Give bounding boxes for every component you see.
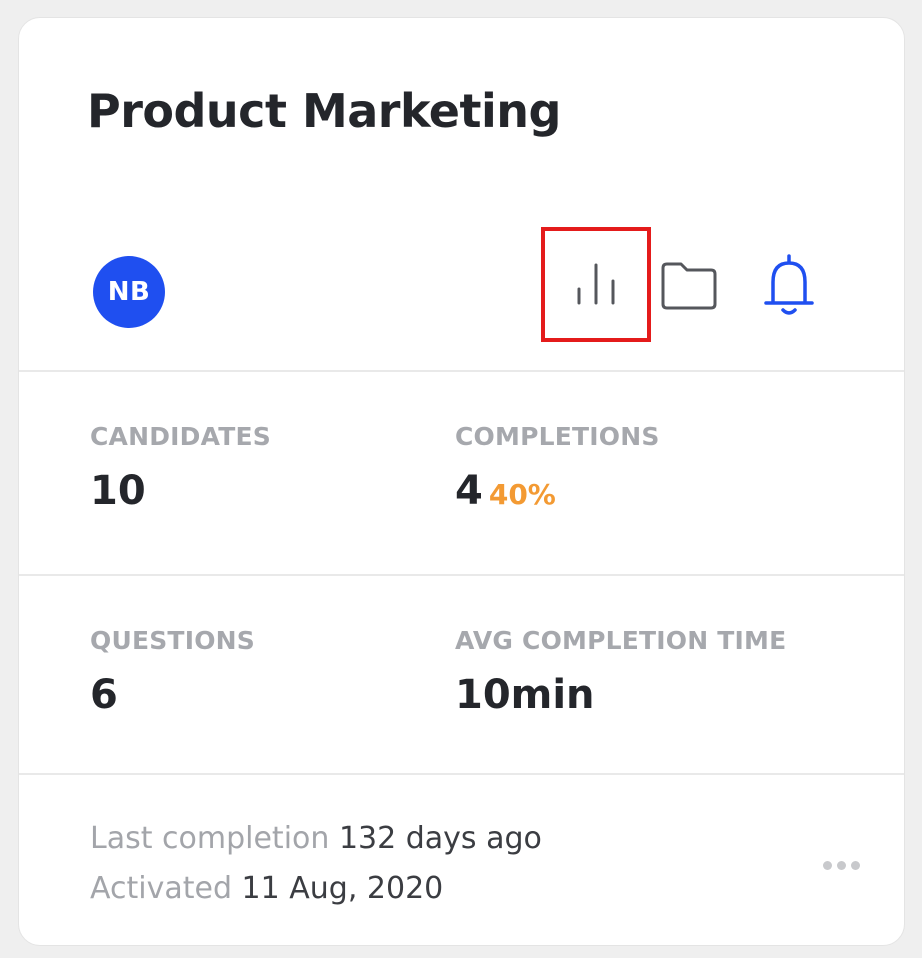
completions-value: 4: [455, 468, 483, 514]
completions-percent: 40%: [488, 478, 556, 511]
completions-value-row: 4 40%: [455, 468, 556, 514]
candidates-value: 10: [90, 468, 146, 514]
bell-icon: [764, 254, 814, 315]
owner-avatar[interactable]: NB: [93, 256, 165, 328]
owner-initials: NB: [107, 277, 151, 307]
last-completion-value: 132 days ago: [338, 821, 542, 856]
divider: [19, 370, 904, 372]
last-completion-label: Last completion: [90, 821, 330, 856]
assessment-card[interactable]: Product Marketing NB CANDIDATES 10 COMPL…: [18, 17, 905, 946]
card-title[interactable]: Product Marketing: [87, 84, 561, 138]
avg-completion-time-value: 10min: [455, 672, 595, 718]
last-completion-line: Last completion 132 days ago: [90, 821, 542, 856]
completions-label: COMPLETIONS: [455, 422, 660, 451]
more-dots-icon: [837, 861, 846, 870]
candidates-label: CANDIDATES: [90, 422, 271, 451]
more-dots-icon: [851, 861, 860, 870]
more-options-button[interactable]: [823, 861, 860, 870]
notifications-button[interactable]: [761, 252, 817, 320]
folder-button[interactable]: [659, 260, 719, 312]
questions-label: QUESTIONS: [90, 626, 255, 655]
activated-label: Activated: [90, 871, 232, 906]
avg-completion-time-label: AVG COMPLETION TIME: [455, 626, 787, 655]
folder-icon: [661, 262, 717, 310]
stats-button[interactable]: [541, 227, 651, 342]
activated-value: 11 Aug, 2020: [241, 871, 444, 906]
activated-line: Activated 11 Aug, 2020: [90, 871, 443, 906]
questions-value: 6: [90, 672, 118, 718]
divider: [19, 773, 904, 775]
bar-chart-icon: [577, 263, 615, 305]
more-dots-icon: [823, 861, 832, 870]
divider: [19, 574, 904, 576]
